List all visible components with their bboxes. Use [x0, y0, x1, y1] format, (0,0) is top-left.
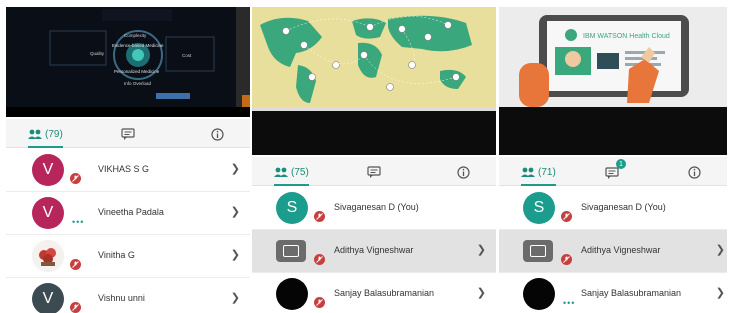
- watson-slide: IBM WATSON Health Cloud: [499, 7, 727, 155]
- participant-row[interactable]: S Sivaganesan D (You): [499, 187, 727, 230]
- chat-unread-badge: 1: [616, 159, 626, 169]
- tab-info[interactable]: [688, 163, 701, 181]
- avatar: [32, 240, 64, 272]
- slide-line: Evidence-based Medicine: [112, 43, 164, 48]
- meeting-panel-1: Complexity Evidence-based Medicine Perso…: [6, 7, 250, 313]
- mic-muted-icon: [561, 211, 572, 222]
- people-count: (75): [291, 166, 309, 178]
- avatar: V: [32, 154, 64, 186]
- speaking-dots-icon: •••: [563, 298, 576, 308]
- slide-title: IBM WATSON Health Cloud: [583, 33, 670, 40]
- people-icon: [28, 129, 42, 139]
- tab-chat[interactable]: [367, 163, 381, 181]
- avatar: V: [32, 197, 64, 229]
- tab-chat[interactable]: [121, 125, 135, 143]
- tab-people[interactable]: (71): [521, 163, 556, 186]
- people-icon: [274, 167, 288, 177]
- participant-row[interactable]: Adithya Vigneshwar ❯: [252, 230, 496, 273]
- participants-tabs: (79): [6, 119, 250, 148]
- slide-line: Cost: [182, 53, 192, 58]
- participant-row[interactable]: Adithya Vigneshwar ❯: [499, 230, 727, 273]
- slide-line: Quality: [90, 51, 105, 56]
- meeting-panel-3: IBM WATSON Health Cloud (71) 1 S Sivagan…: [499, 7, 727, 313]
- screen-share-icon: [523, 240, 553, 262]
- participant-row[interactable]: S Sivaganesan D (You): [252, 187, 496, 230]
- participant-name: Sanjay Balasubramanian: [334, 288, 435, 298]
- tab-people[interactable]: (75): [274, 163, 309, 186]
- chevron-right-icon[interactable]: ❯: [231, 291, 240, 304]
- chevron-right-icon[interactable]: ❯: [231, 248, 240, 261]
- chevron-right-icon[interactable]: ❯: [477, 243, 486, 256]
- people-icon: [521, 167, 535, 177]
- participant-name: Sivaganesan D (You): [334, 202, 419, 212]
- photo-avatar-icon: [32, 240, 64, 272]
- mic-muted-icon: [70, 302, 81, 313]
- avatar: S: [276, 192, 308, 224]
- mic-muted-icon: [314, 297, 325, 308]
- participant-row[interactable]: V VIKHAS S G ❯: [6, 149, 250, 192]
- mic-muted-icon: [70, 259, 81, 270]
- avatar: S: [523, 192, 555, 224]
- mic-muted-icon: [561, 254, 572, 265]
- slide-line: Complexity: [124, 33, 147, 38]
- chevron-right-icon[interactable]: ❯: [716, 243, 725, 256]
- chevron-right-icon[interactable]: ❯: [477, 286, 486, 299]
- tab-chat[interactable]: 1: [605, 159, 626, 181]
- participant-name: Vineetha Padala: [98, 207, 164, 217]
- avatar: [276, 278, 308, 310]
- tab-people[interactable]: (79): [28, 125, 63, 148]
- participant-name: Adithya Vigneshwar: [334, 245, 414, 255]
- chevron-right-icon[interactable]: ❯: [231, 205, 240, 218]
- participant-name: VIKHAS S G: [98, 164, 150, 174]
- people-count: (71): [538, 166, 556, 178]
- shared-screen-video[interactable]: [252, 7, 496, 155]
- meeting-panel-2: (75) S Sivaganesan D (You) Adithya Vigne…: [252, 7, 496, 313]
- participant-name: Adithya Vigneshwar: [581, 245, 661, 255]
- participants-tabs: (75): [252, 157, 496, 186]
- participant-list: V VIKHAS S G ❯ V ••• Vineetha Padala ❯ V…: [6, 149, 250, 313]
- slide-line: Info Overload: [124, 81, 152, 86]
- participant-row[interactable]: Sanjay Balasubramanian ❯: [252, 273, 496, 313]
- participant-name: Vishnu unni: [98, 293, 145, 303]
- participant-row[interactable]: ••• Sanjay Balasubramanian ❯: [499, 273, 727, 313]
- chevron-right-icon[interactable]: ❯: [231, 162, 240, 175]
- participant-row[interactable]: V ••• Vineetha Padala ❯: [6, 192, 250, 235]
- slide-line: Personalized Medicine: [114, 69, 160, 74]
- avatar: V: [32, 283, 64, 313]
- shared-screen-video[interactable]: IBM WATSON Health Cloud: [499, 7, 727, 155]
- chat-icon: [367, 166, 381, 178]
- participant-list: S Sivaganesan D (You) Adithya Vigneshwar…: [252, 187, 496, 313]
- shared-screen-video[interactable]: Complexity Evidence-based Medicine Perso…: [6, 7, 250, 117]
- participant-name: Sanjay Balasubramanian: [581, 288, 682, 298]
- mic-muted-icon: [314, 254, 325, 265]
- world-map-slide: [252, 7, 496, 155]
- info-icon: [211, 127, 224, 141]
- avatar: [523, 278, 555, 310]
- chat-icon: [121, 128, 135, 140]
- participants-tabs: (71) 1: [499, 157, 727, 186]
- mic-muted-icon: [314, 211, 325, 222]
- tab-info[interactable]: [211, 125, 224, 143]
- info-icon: [457, 165, 470, 179]
- speaking-dots-icon: •••: [72, 217, 85, 227]
- participant-row[interactable]: V Vishnu unni ❯: [6, 278, 250, 313]
- participant-row[interactable]: Vinitha G ❯: [6, 235, 250, 278]
- screen-share-icon: [276, 240, 306, 262]
- info-icon: [688, 165, 701, 179]
- slide-diagram: Complexity Evidence-based Medicine Perso…: [6, 7, 250, 117]
- chevron-right-icon[interactable]: ❯: [716, 286, 725, 299]
- participant-list: S Sivaganesan D (You) Adithya Vigneshwar…: [499, 187, 727, 313]
- participant-name: Sivaganesan D (You): [581, 202, 666, 212]
- tab-info[interactable]: [457, 163, 470, 181]
- mic-muted-icon: [70, 173, 81, 184]
- participant-name: Vinitha G: [98, 250, 135, 260]
- people-count: (79): [45, 128, 63, 140]
